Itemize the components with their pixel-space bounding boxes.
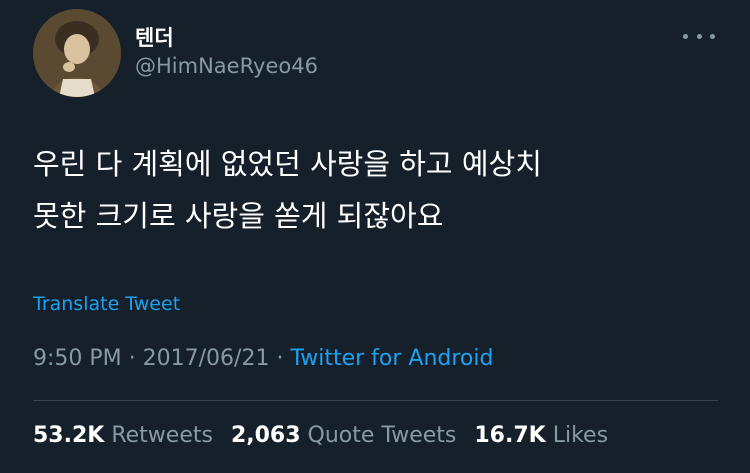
meta-separator: · — [269, 346, 291, 371]
author-display-name[interactable]: 텐더 — [135, 22, 174, 52]
tweet-meta: 9:50 PM · 2017/06/21 · Twitter for Andro… — [33, 346, 493, 371]
likes-label: Likes — [552, 423, 609, 448]
tweet-date[interactable]: 2017/06/21 — [143, 346, 270, 371]
retweets-stat[interactable]: 53.2K Retweets — [33, 423, 213, 448]
divider — [33, 400, 718, 401]
retweets-label: Retweets — [111, 423, 213, 448]
portrait-avatar-icon — [33, 9, 121, 97]
tweet-line: 못한 크기로 사랑을 쏟게 되잖아요 — [33, 199, 444, 233]
quote-tweets-count: 2,063 — [230, 423, 301, 448]
tweet-text: 우린 다 계획에 없었던 사랑을 하고 예상치 못한 크기로 사랑을 쏟게 되잖… — [33, 138, 723, 242]
translate-tweet-link[interactable]: Translate Tweet — [33, 293, 180, 315]
likes-count: 16.7K — [474, 423, 546, 448]
author-avatar[interactable] — [33, 9, 121, 97]
tweet-source-link[interactable]: Twitter for Android — [290, 346, 493, 371]
tweet-stats: 53.2K Retweets 2,063 Quote Tweets 16.7K … — [33, 423, 626, 448]
quote-tweets-stat[interactable]: 2,063 Quote Tweets — [231, 423, 456, 448]
more-options-icon[interactable] — [683, 28, 715, 44]
author-handle[interactable]: @HimNaeRyeo46 — [135, 54, 318, 78]
meta-separator: · — [121, 346, 143, 371]
retweets-count: 53.2K — [33, 423, 105, 448]
tweet-line: 우린 다 계획에 없었던 사랑을 하고 예상치 — [33, 147, 542, 181]
likes-stat[interactable]: 16.7K Likes — [474, 423, 608, 448]
quote-tweets-label: Quote Tweets — [307, 423, 457, 448]
tweet-time[interactable]: 9:50 PM — [33, 346, 122, 371]
